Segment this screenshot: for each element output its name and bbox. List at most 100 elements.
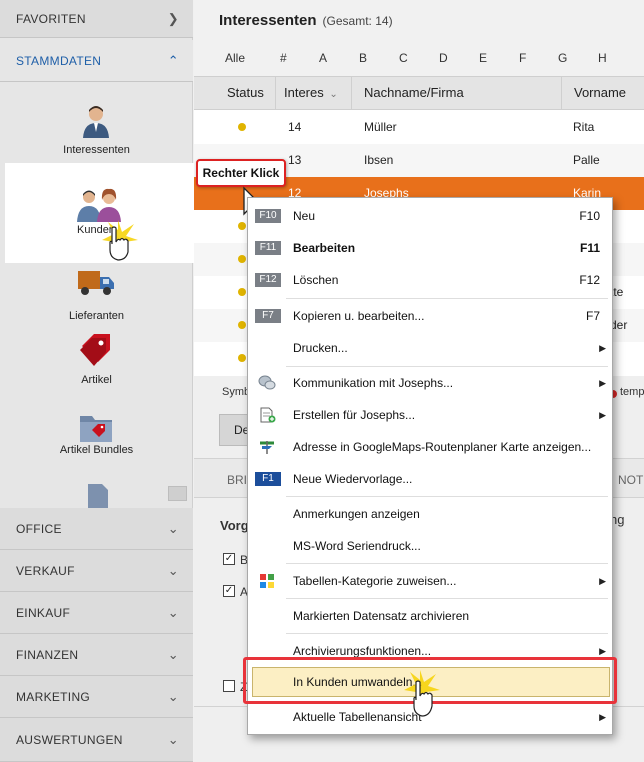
chevron-down-icon: ⌄: [167, 646, 179, 662]
menu-item-label: Drucken...: [293, 341, 348, 355]
menu-item-kategorie[interactable]: Tabellen-Kategorie zuweisen... ▶: [248, 565, 612, 597]
sidebar-item-kunden[interactable]: Kunden: [0, 178, 193, 261]
color-grid-icon: [260, 574, 274, 588]
section-stammdaten[interactable]: STAMMDATEN ⌃: [0, 40, 193, 82]
menu-shortcut: F11: [579, 241, 600, 255]
section-label: OFFICE: [16, 521, 62, 536]
chat-icon: [258, 375, 276, 390]
fkey-badge: F10: [255, 209, 281, 223]
sidebar-item-lieferanten[interactable]: Lieferanten: [0, 262, 193, 330]
alpha-filter-d[interactable]: D: [439, 51, 448, 65]
menu-item-loeschen[interactable]: F12 Löschen F12: [248, 264, 612, 296]
status-dot: [238, 123, 246, 131]
sidebar-item-label: Artikel: [81, 374, 112, 386]
cell-first: Palle: [573, 153, 600, 167]
document-add-icon: [260, 407, 276, 423]
menu-item-label: Kommunikation mit Josephs...: [293, 376, 454, 390]
section-label: AUSWERTUNGEN: [16, 732, 123, 747]
fkey-badge: F1: [255, 472, 281, 486]
fkey-badge: F11: [255, 241, 281, 255]
menu-item-kopieren[interactable]: F7 Kopieren u. bearbeiten... F7: [248, 300, 612, 332]
menu-item-label: Tabellen-Kategorie zuweisen...: [293, 574, 457, 588]
menu-item-bearbeiten[interactable]: F11 Bearbeiten F11: [248, 232, 612, 264]
sidebar-item-interessenten[interactable]: Interessenten: [0, 96, 193, 164]
page-title: Interessenten (Gesamt: 14): [219, 12, 393, 29]
tag-icon: [80, 334, 110, 366]
hand-cursor-icon: [102, 220, 138, 261]
submenu-arrow-icon: ▶: [599, 378, 606, 388]
chevron-down-icon: ⌄: [167, 562, 179, 578]
submenu-arrow-icon: ▶: [599, 576, 606, 586]
section-favoriten[interactable]: FAVORITEN ❯: [0, 0, 193, 38]
menu-item-label: Erstellen für Josephs...: [293, 408, 416, 422]
checkbox-a[interactable]: ✓: [223, 585, 235, 597]
menu-item-erstellen[interactable]: Erstellen für Josephs... ▶: [248, 399, 612, 431]
column-nachname[interactable]: Nachname/Firma: [352, 77, 562, 109]
alpha-filter-g[interactable]: G: [558, 51, 567, 65]
sidebar-item-artikel[interactable]: Artikel: [0, 330, 193, 398]
alpha-filter-a[interactable]: A: [319, 51, 327, 65]
cell-first: Rita: [573, 120, 595, 134]
status-dot: [238, 321, 246, 329]
alpha-filter-c[interactable]: C: [399, 51, 408, 65]
sidebar-item-artikel-bundles[interactable]: Artikel Bundles: [0, 400, 193, 468]
alpha-filter-hash[interactable]: #: [280, 51, 287, 65]
submenu-arrow-icon: ▶: [599, 712, 606, 722]
section-finanzen[interactable]: FINANZEN ⌄: [0, 634, 193, 676]
menu-item-label: Neue Wiedervorlage...: [293, 472, 413, 486]
menu-item-googlemaps[interactable]: Adresse in GoogleMaps-Routenplaner Karte…: [248, 431, 612, 463]
section-auswertungen[interactable]: AUSWERTUNGEN ⌄: [0, 718, 193, 762]
person-icon: [83, 106, 109, 138]
section-einkauf[interactable]: EINKAUF ⌄: [0, 592, 193, 634]
alpha-filter-b[interactable]: B: [359, 51, 367, 65]
menu-item-label: Adresse in GoogleMaps-Routenplaner Karte…: [293, 440, 592, 454]
sort-chevron-icon: ⌄: [329, 89, 338, 100]
page-title-text: Interessenten: [219, 12, 317, 29]
column-status[interactable]: Status: [194, 77, 276, 109]
menu-item-neu[interactable]: F10 Neu F10: [248, 200, 612, 232]
menu-item-archivieren[interactable]: Markierten Datensatz archivieren: [248, 600, 612, 632]
status-dot: [238, 354, 246, 362]
menu-item-anmerkungen[interactable]: Anmerkungen anzeigen: [248, 498, 612, 530]
alpha-filter-f[interactable]: F: [519, 51, 526, 65]
section-verkauf[interactable]: VERKAUF ⌄: [0, 550, 193, 592]
alpha-filter-h[interactable]: H: [598, 51, 607, 65]
menu-item-wiedervorlage[interactable]: F1 Neue Wiedervorlage...: [248, 463, 612, 495]
checkbox-b[interactable]: ✓: [223, 553, 235, 565]
title-bar: Interessenten (Gesamt: 14): [194, 0, 644, 40]
status-dot: [238, 222, 246, 230]
menu-item-seriendruck[interactable]: MS-Word Seriendruck...: [248, 530, 612, 562]
menu-item-label: Anmerkungen anzeigen: [293, 507, 420, 521]
chevron-down-icon: ⌄: [167, 520, 179, 536]
fkey-badge: F12: [255, 273, 281, 287]
menu-separator: [286, 298, 608, 299]
alpha-filter-all[interactable]: Alle: [225, 51, 245, 65]
table-header: Status Interes ⌄ Nachname/Firma Vorname: [194, 76, 644, 110]
symbol-legend-label: Symb: [222, 386, 251, 398]
sidebar-scroll-button[interactable]: [168, 486, 187, 501]
section-office[interactable]: OFFICE ⌄: [0, 508, 193, 550]
section-label: FINANZEN: [16, 647, 79, 662]
menu-item-label: Markierten Datensatz archivieren: [293, 609, 470, 623]
cell-name: Müller: [364, 120, 397, 134]
sidebar-item-label: Lieferanten: [68, 310, 125, 322]
tab-notizen[interactable]: NOT: [618, 473, 643, 487]
menu-item-drucken[interactable]: Drucken... ▶: [248, 332, 612, 364]
tab-briefe[interactable]: BRI: [227, 473, 247, 487]
cell-id: 14: [288, 120, 302, 134]
checkbox-z[interactable]: [223, 680, 235, 692]
table-row[interactable]: 14 Müller Rita: [194, 111, 644, 144]
folder-tag-icon: [80, 416, 112, 442]
alpha-filter-e[interactable]: E: [479, 51, 487, 65]
chevron-down-icon: ❯: [167, 10, 179, 26]
menu-shortcut: F10: [579, 209, 600, 223]
sidebar: FAVORITEN ❯ STAMMDATEN ⌃ Interessenten K…: [0, 0, 631, 762]
menu-item-label: MS-Word Seriendruck...: [293, 539, 421, 553]
menu-item-kommunikation[interactable]: Kommunikation mit Josephs... ▶: [248, 367, 612, 399]
record-count: (Gesamt: 14): [322, 14, 393, 28]
section-label: MARKETING: [16, 689, 91, 704]
column-vorname[interactable]: Vorname: [562, 77, 644, 109]
section-marketing[interactable]: MARKETING ⌄: [0, 676, 193, 718]
column-label: Interes: [284, 85, 324, 100]
column-interessent[interactable]: Interes ⌄: [276, 77, 352, 109]
